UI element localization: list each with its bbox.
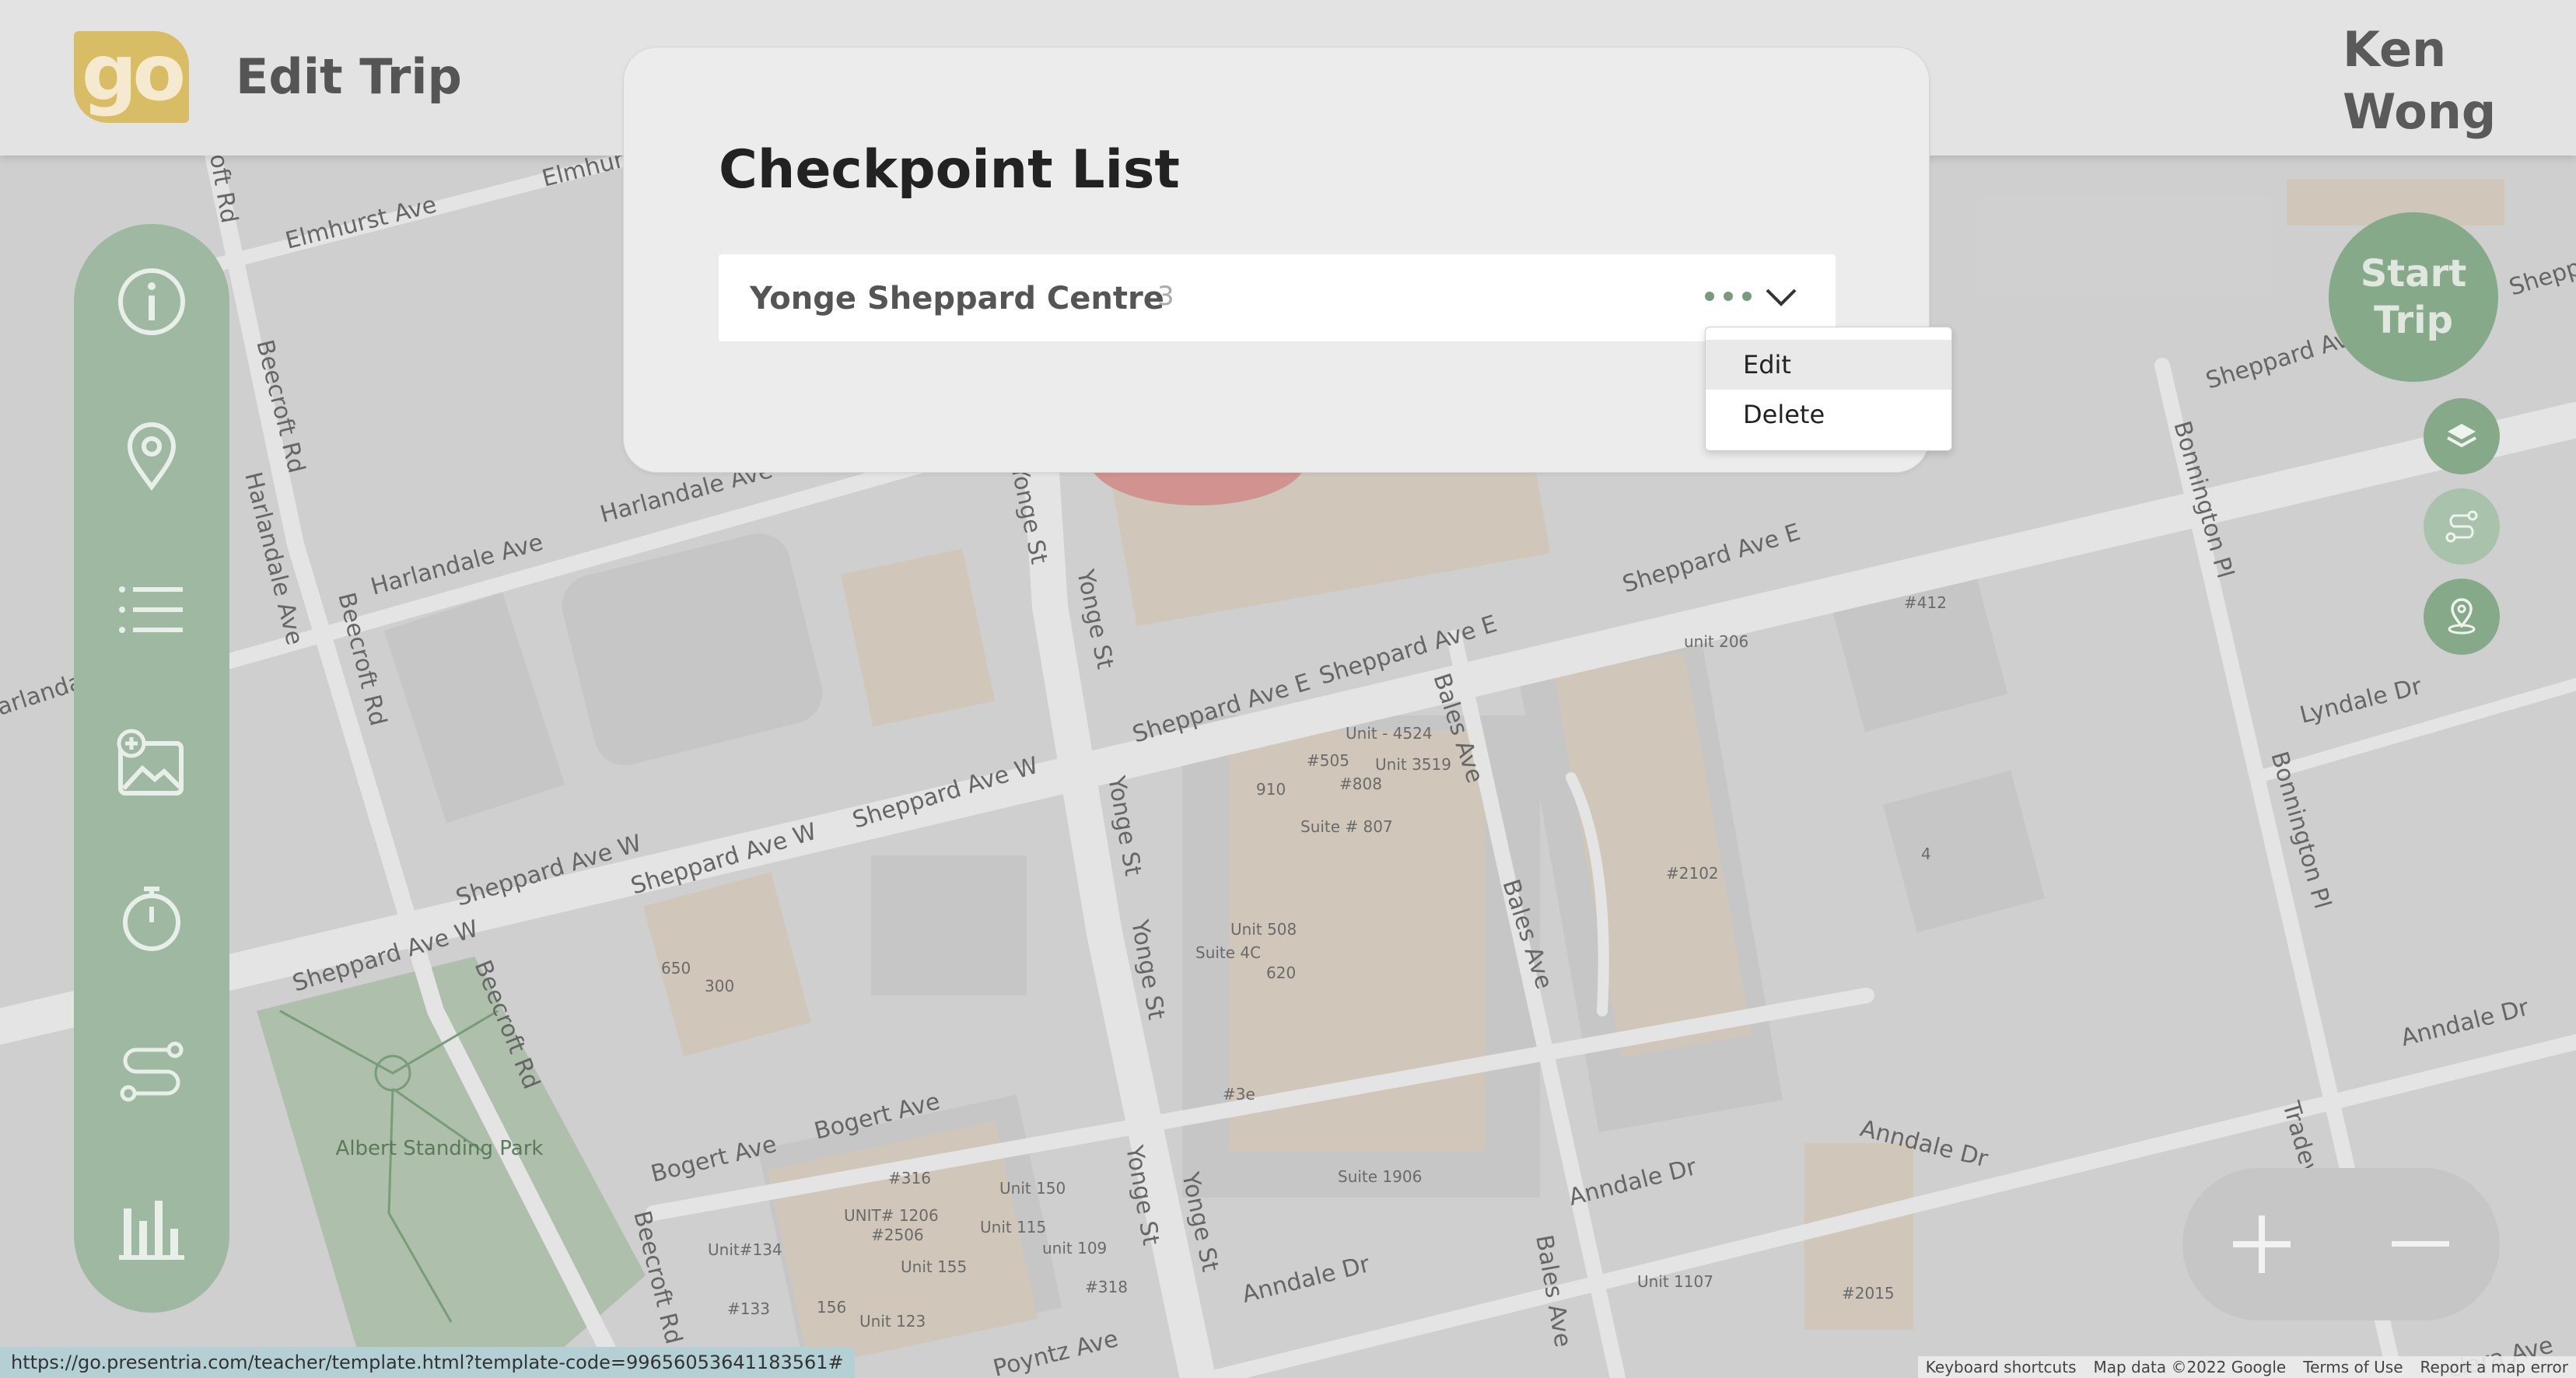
sidebar-item-info[interactable]	[113, 263, 191, 341]
menu-item-delete[interactable]: Delete	[1706, 390, 1951, 439]
list-icon	[119, 586, 183, 633]
location-pin-icon	[127, 422, 177, 491]
start-trip-button[interactable]: Start Trip	[2329, 212, 2498, 382]
sidebar-item-route[interactable]	[113, 1033, 191, 1110]
chevron-down-icon[interactable]	[1762, 281, 1800, 315]
layers-icon	[2447, 424, 2476, 448]
pin-icon	[2448, 598, 2476, 635]
menu-item-edit[interactable]: Edit	[1706, 340, 1951, 390]
checkpoint-options-menu: Edit Delete	[1705, 327, 1952, 451]
plus-icon	[2233, 1215, 2291, 1273]
sidebar-item-list[interactable]	[113, 571, 191, 649]
route-button[interactable]	[2424, 488, 2500, 565]
user-name[interactable]: Ken Wong	[2343, 19, 2498, 143]
sidebar-item-location[interactable]	[113, 417, 191, 495]
map-footer: Keyboard shortcuts Map data ©2022 Google…	[1917, 1356, 2576, 1378]
report-error-link[interactable]: Report a map error	[2420, 1356, 2568, 1378]
more-options-icon[interactable]	[1705, 281, 1752, 312]
zoom-out-button[interactable]	[2358, 1182, 2483, 1306]
checkpoint-count: 3	[1157, 281, 1174, 312]
zoom-in-button[interactable]	[2200, 1182, 2324, 1306]
modal-title: Checkpoint List	[719, 139, 1180, 201]
add-image-icon	[117, 729, 184, 796]
status-bar-url: https://go.presentria.com/teacher/templa…	[0, 1347, 855, 1378]
sidebar-item-add-image[interactable]	[113, 725, 191, 803]
app-logo[interactable]: go	[74, 31, 189, 123]
layers-button[interactable]	[2424, 398, 2500, 474]
bar-chart-icon	[119, 1201, 184, 1260]
logo-text: go	[81, 27, 186, 118]
route-icon	[2445, 510, 2478, 543]
start-trip-label: Start Trip	[2360, 252, 2467, 342]
zoom-controls	[2182, 1168, 2500, 1320]
checkpoint-name: Yonge Sheppard Centre	[750, 281, 1164, 317]
minus-icon	[2392, 1241, 2449, 1247]
checkpoint-row[interactable]: Yonge Sheppard Centre 3	[719, 254, 1836, 341]
sidebar-item-stats[interactable]	[113, 1187, 191, 1264]
terms-link[interactable]: Terms of Use	[2303, 1356, 2403, 1378]
map-data-label: Map data ©2022 Google	[2093, 1358, 2287, 1376]
sidebar-item-timer[interactable]	[113, 879, 191, 957]
keyboard-shortcuts-link[interactable]: Keyboard shortcuts	[1926, 1356, 2077, 1378]
route-icon	[120, 1041, 184, 1102]
info-icon	[118, 268, 185, 335]
page-title: Edit Trip	[236, 48, 462, 105]
sidebar	[74, 224, 229, 1313]
pin-button[interactable]	[2424, 579, 2500, 655]
timer-icon	[123, 887, 180, 951]
